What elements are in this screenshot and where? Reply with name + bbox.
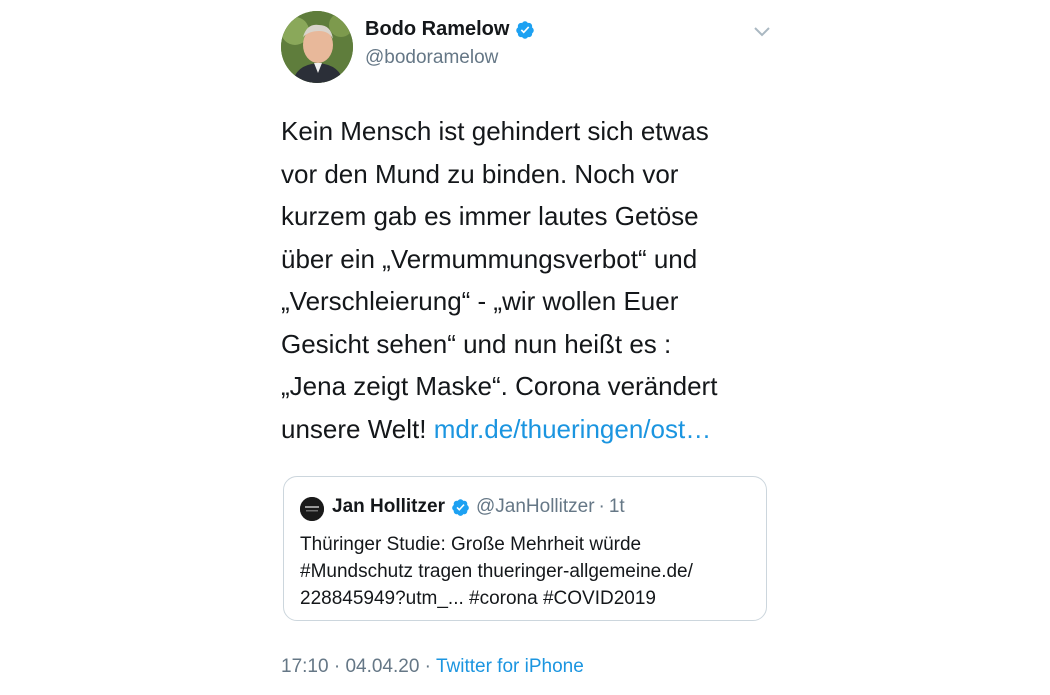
- quoted-tweet-text: Thüringer Studie: Große Mehrheit würde #…: [300, 531, 760, 612]
- tweet-time[interactable]: 17:10: [281, 656, 329, 677]
- tweet-text: Kein Mensch ist gehindert sich etwas vor…: [281, 110, 781, 450]
- tweet-line: kurzem gab es immer lautes Getöse: [281, 201, 699, 231]
- author-handle[interactable]: @bodoramelow: [365, 47, 498, 69]
- author-name[interactable]: Bodo Ramelow: [365, 18, 535, 41]
- quoted-tweet-line: 228845949?utm_... #corona #COVID2019: [300, 588, 656, 609]
- verified-badge-icon: [451, 498, 470, 517]
- tweet-line: „Verschleierung“ - „wir wollen Euer: [281, 286, 679, 316]
- tweet-line-last: unsere Welt! mdr.de/thueringen/ost…: [281, 408, 781, 451]
- chevron-down-icon[interactable]: [750, 22, 774, 42]
- author-avatar[interactable]: [281, 11, 353, 83]
- quoted-tweet-line: #Mundschutz tragen thueringer-allgemeine…: [300, 561, 693, 582]
- quoted-author-name: Jan Hollitzer: [332, 496, 445, 517]
- tweet-line-text: unsere Welt!: [281, 413, 434, 444]
- quoted-tweet-time: 1t: [608, 496, 625, 517]
- quoted-author-handle: @JanHollitzer: [475, 496, 595, 517]
- quoted-tweet-card[interactable]: Jan Hollitzer @JanHollitzer · 1t Thüringer…: [283, 476, 767, 621]
- meta-separator: ·: [419, 656, 436, 677]
- author-name-text: Bodo Ramelow: [365, 18, 510, 40]
- tweet-line: vor den Mund zu binden. Noch vor: [281, 158, 679, 189]
- quoted-tweet-line: Thüringer Studie: Große Mehrheit würde: [300, 534, 642, 555]
- quoted-tweet-header: Jan Hollitzer @JanHollitzer · 1t: [332, 496, 625, 518]
- tweet-date[interactable]: 04.04.20: [345, 656, 419, 677]
- tweet-line: über ein „Vermummungsverbot“ und: [281, 243, 698, 274]
- tweet-line: „Jena zeigt Maske“. Corona verändert: [281, 371, 718, 401]
- tweet-meta: 17:10 · 04.04.20 · Twitter for iPhone: [281, 656, 584, 678]
- tweet-link[interactable]: mdr.de/thueringen/ost…: [434, 414, 712, 444]
- avatar-image: [281, 11, 353, 83]
- verified-badge-icon: [515, 20, 535, 40]
- meta-separator: ·: [328, 656, 346, 677]
- tweet-line: Gesicht sehen“ und nun heißt es :: [281, 328, 672, 359]
- quoted-separator: ·: [598, 496, 605, 517]
- quoted-author-avatar: [300, 497, 324, 521]
- tweet-source-link[interactable]: Twitter for iPhone: [436, 656, 584, 677]
- tweet-line: Kein Mensch ist gehindert sich etwas: [281, 116, 709, 146]
